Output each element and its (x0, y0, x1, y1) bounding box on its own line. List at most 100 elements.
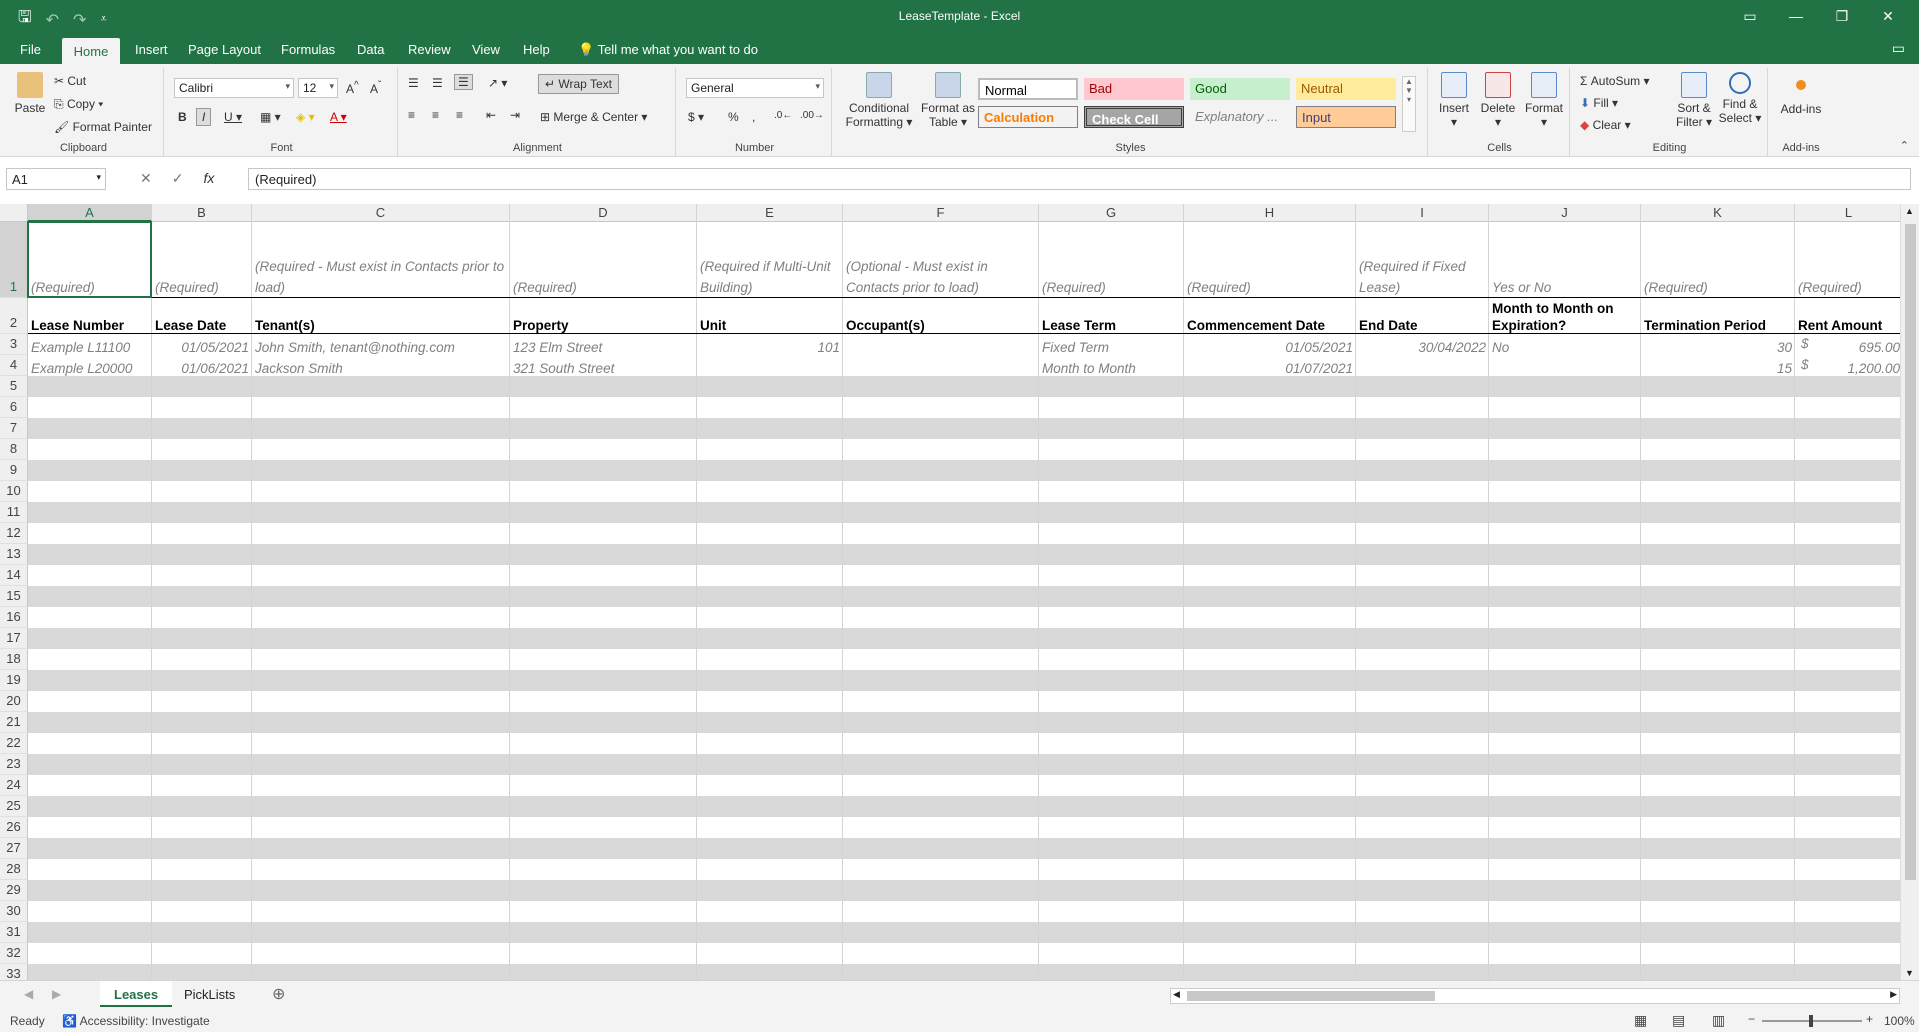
page-layout-view-icon[interactable]: ▤ (1672, 1012, 1685, 1029)
row-header-17[interactable]: 17 (0, 628, 28, 649)
sheet-tab-leases[interactable]: Leases (100, 981, 173, 1007)
style-explanatory[interactable]: Explanatory ... (1190, 106, 1290, 128)
cell-h4[interactable]: 01/07/2021 (1184, 355, 1356, 376)
close-icon[interactable]: ✕ (1865, 4, 1911, 28)
cell-k4[interactable]: 15 (1641, 355, 1795, 376)
row-header-7[interactable]: 7 (0, 418, 28, 439)
row-header-24[interactable]: 24 (0, 775, 28, 796)
increase-indent-icon[interactable]: ⇥ (510, 108, 520, 122)
cell-c4[interactable]: Jackson Smith (252, 355, 510, 376)
normal-view-icon[interactable]: ▦ (1634, 1012, 1647, 1029)
column-header-l[interactable]: L (1795, 204, 1900, 222)
styles-gallery-scroll[interactable]: ▲ ▼ ▾ (1402, 76, 1416, 132)
cell-c3[interactable]: John Smith, tenant@nothing.com (252, 334, 510, 355)
row-header-4[interactable]: 4 (0, 355, 28, 376)
zoom-slider-thumb[interactable] (1809, 1015, 1813, 1027)
cell-h1[interactable]: (Required) (1184, 222, 1356, 298)
cell-k2[interactable]: Termination Period (1641, 298, 1795, 334)
align-center-icon[interactable]: ≡ (432, 108, 439, 122)
insert-function-icon[interactable]: fx (203, 170, 214, 187)
row-header-5[interactable]: 5 (0, 376, 28, 397)
row-header-29[interactable]: 29 (0, 880, 28, 901)
row-header-21[interactable]: 21 (0, 712, 28, 733)
font-size-select[interactable]: 12 ▾ (298, 78, 338, 98)
cut-button[interactable]: ✂ Cut (54, 74, 86, 88)
cell-a4[interactable]: Example L20000 (28, 355, 152, 376)
row-header-31[interactable]: 31 (0, 922, 28, 943)
cell-f2[interactable]: Occupant(s) (843, 298, 1039, 334)
accounting-format-icon[interactable]: $ ▾ (688, 110, 704, 124)
cell-c1[interactable]: (Required - Must exist in Contacts prior… (252, 222, 510, 298)
font-color-icon[interactable]: A ▾ (330, 110, 347, 124)
number-format-select[interactable]: General ▾ (686, 78, 824, 98)
zoom-out-icon[interactable]: − (1748, 1012, 1755, 1026)
cell-l3[interactable]: 695.00 (1795, 334, 1900, 355)
delete-cells-button[interactable]: Delete ▾ (1478, 72, 1518, 129)
row-header-27[interactable]: 27 (0, 838, 28, 859)
sort-filter-button[interactable]: Sort & Filter ▾ (1672, 72, 1716, 129)
cell-g1[interactable]: (Required) (1039, 222, 1184, 298)
conditional-formatting-button[interactable]: Conditional Formatting ▾ (844, 72, 914, 129)
row-header-10[interactable]: 10 (0, 481, 28, 502)
cell-g4[interactable]: Month to Month (1039, 355, 1184, 376)
cell-i1[interactable]: (Required if Fixed Lease) (1356, 222, 1489, 298)
column-header-j[interactable]: J (1489, 204, 1641, 222)
insert-cells-button[interactable]: Insert ▾ (1434, 72, 1474, 129)
column-header-k[interactable]: K (1641, 204, 1795, 222)
zoom-level[interactable]: 100% (1884, 1014, 1915, 1028)
row-header-25[interactable]: 25 (0, 796, 28, 817)
format-as-table-button[interactable]: Format as Table ▾ (918, 72, 978, 129)
align-top-icon[interactable]: ☰ (408, 76, 419, 90)
row-header-18[interactable]: 18 (0, 649, 28, 670)
decrease-indent-icon[interactable]: ⇤ (486, 108, 496, 122)
cell-a2[interactable]: Lease Number (28, 298, 152, 334)
row-header-22[interactable]: 22 (0, 733, 28, 754)
cancel-icon[interactable]: ✕ (140, 170, 152, 187)
tab-home[interactable]: Home (62, 38, 120, 64)
style-normal[interactable]: Normal (978, 78, 1078, 100)
align-bottom-icon[interactable]: ☰ (454, 74, 473, 90)
collapse-ribbon-icon[interactable]: ⌃ (1900, 139, 1909, 152)
minimize-icon[interactable]: — (1773, 4, 1819, 28)
cell-g3[interactable]: Fixed Term (1039, 334, 1184, 355)
column-header-i[interactable]: I (1356, 204, 1489, 222)
cell-j1[interactable]: Yes or No (1489, 222, 1641, 298)
column-header-h[interactable]: H (1184, 204, 1356, 222)
comments-icon[interactable]: ▭ (1892, 40, 1905, 57)
scroll-left-icon[interactable]: ◀ (1173, 989, 1180, 1000)
row-header-20[interactable]: 20 (0, 691, 28, 712)
scroll-up-icon[interactable]: ▲ (1905, 206, 1914, 216)
tab-help[interactable]: Help (515, 40, 558, 59)
tab-view[interactable]: View (464, 40, 508, 59)
cell-d2[interactable]: Property (510, 298, 697, 334)
style-good[interactable]: Good (1190, 78, 1290, 100)
cell-l4[interactable]: 1,200.00 (1795, 355, 1900, 376)
vertical-scrollbar[interactable]: ▲ ▼ (1900, 204, 1919, 980)
column-header-d[interactable]: D (510, 204, 697, 222)
italic-icon[interactable]: I (196, 108, 212, 126)
tab-page-layout[interactable]: Page Layout (180, 40, 269, 59)
row-header-16[interactable]: 16 (0, 607, 28, 628)
cell-a3[interactable]: Example L11100 (28, 334, 152, 355)
cell-j3[interactable]: No (1489, 334, 1641, 355)
cell-d3[interactable]: 123 Elm Street (510, 334, 697, 355)
prev-sheet-icon[interactable]: ◀ (24, 987, 33, 1001)
cell-f1[interactable]: (Optional - Must exist in Contacts prior… (843, 222, 1039, 298)
tell-me-search[interactable]: 💡 Tell me what you want to do (578, 42, 758, 58)
borders-icon[interactable]: ▦ ▾ (260, 110, 281, 124)
row-header-12[interactable]: 12 (0, 523, 28, 544)
cell-e1[interactable]: (Required if Multi-Unit Building) (697, 222, 843, 298)
row-header-14[interactable]: 14 (0, 565, 28, 586)
formula-input[interactable]: (Required) (248, 168, 1911, 190)
cell-l1[interactable]: (Required) (1795, 222, 1900, 298)
ribbon-display-icon[interactable]: ▭ (1727, 4, 1773, 28)
style-bad[interactable]: Bad (1084, 78, 1184, 100)
cell-b2[interactable]: Lease Date (152, 298, 252, 334)
align-right-icon[interactable]: ≡ (456, 108, 463, 122)
row-header-30[interactable]: 30 (0, 901, 28, 922)
format-painter-button[interactable]: 🖌 Format Painter (54, 120, 152, 134)
column-header-e[interactable]: E (697, 204, 843, 222)
next-sheet-icon[interactable]: ▶ (52, 987, 61, 1001)
zoom-slider[interactable] (1762, 1015, 1862, 1027)
decrease-decimal-icon[interactable]: .00→ (800, 110, 824, 121)
